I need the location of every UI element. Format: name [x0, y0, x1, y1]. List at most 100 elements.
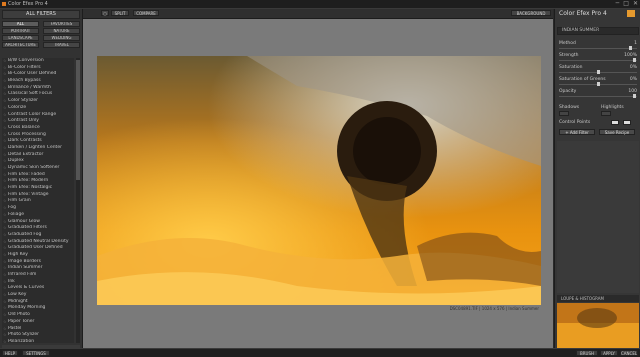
filter-list-item[interactable]: ☆ Monday Morning	[2, 305, 74, 312]
category-all-button[interactable]: ALL	[2, 21, 39, 27]
filter-list-item[interactable]: ☆ Indian Summer	[2, 265, 74, 272]
favorite-star-icon[interactable]: ☆	[3, 145, 7, 152]
filter-panel-header[interactable]: ALL FILTERS	[2, 10, 80, 19]
background-button[interactable]: BACKGROUND	[511, 10, 551, 16]
filter-list-item[interactable]: ☆ Bi-Color User Defined	[2, 71, 74, 78]
favorite-star-icon[interactable]: ☆	[3, 292, 7, 299]
filter-list-item[interactable]: ☆ Fog	[2, 205, 74, 212]
filter-list-item[interactable]: ☆ Paper Toner	[2, 319, 74, 326]
favorite-star-icon[interactable]: ☆	[3, 232, 7, 239]
apply-button[interactable]: APPLY	[600, 350, 618, 356]
filter-list-item[interactable]: ☆ Darken / Lighten Center	[2, 145, 74, 152]
favorite-star-icon[interactable]: ☆	[3, 172, 7, 179]
filter-list-scrollbar[interactable]	[76, 58, 80, 343]
filter-list-item[interactable]: ☆ Dynamic Skin Softener	[2, 165, 74, 172]
favorite-star-icon[interactable]: ☆	[3, 326, 7, 333]
filter-list-item[interactable]: ☆ Film Efex: Faded	[2, 172, 74, 179]
preview-image[interactable]	[97, 56, 541, 305]
filter-list-item[interactable]: ☆ Dark Contrasts	[2, 138, 74, 145]
filter-list-item[interactable]: ☆ Graduated User Defined	[2, 245, 74, 252]
remove-control-point-icon[interactable]	[623, 120, 631, 125]
filter-list-item[interactable]: ☆ Graduated Neutral Density	[2, 239, 74, 246]
filter-list-item[interactable]: ☆ Contrast Only	[2, 118, 74, 125]
filter-list-item[interactable]: ☆ Low Key	[2, 292, 74, 299]
category-wedding-button[interactable]: WEDDING	[43, 35, 80, 41]
single-view-button[interactable]: ◻	[101, 10, 109, 16]
favorite-star-icon[interactable]: ☆	[3, 152, 7, 159]
close-icon[interactable]: ✕	[633, 0, 638, 8]
filter-list-item[interactable]: ☆ Image Borders	[2, 259, 74, 266]
compare-view-button[interactable]: COMPARE	[133, 10, 159, 16]
filter-list-item[interactable]: ☆ B/W Conversion	[2, 58, 74, 65]
filter-list-item[interactable]: ☆ Contrast Color Range	[2, 112, 74, 119]
favorite-star-icon[interactable]: ☆	[3, 118, 7, 125]
minimize-icon[interactable]: ─	[616, 0, 620, 8]
slider-strength[interactable]: Strength 100%	[559, 53, 637, 63]
favorite-star-icon[interactable]: ☆	[3, 239, 7, 246]
filter-list-item[interactable]: ☆ Graduated Filters	[2, 225, 74, 232]
category-landscape-button[interactable]: LANDSCAPE	[2, 35, 39, 41]
favorite-star-icon[interactable]: ☆	[3, 212, 7, 219]
slider-opacity[interactable]: Opacity 100	[559, 89, 637, 99]
favorite-star-icon[interactable]: ☆	[3, 85, 7, 92]
favorite-star-icon[interactable]: ☆	[3, 259, 7, 266]
add-control-point-icon[interactable]	[611, 120, 619, 125]
category-travel-button[interactable]: TRAVEL	[43, 42, 80, 48]
filter-list-item[interactable]: ☆ Cross Processing	[2, 132, 74, 139]
filter-list-item[interactable]: ☆ Color Stylizer	[2, 98, 74, 105]
filter-list-item[interactable]: ☆ Graduated Fog	[2, 232, 74, 239]
favorite-star-icon[interactable]: ☆	[3, 219, 7, 226]
cancel-button[interactable]: CANCEL	[620, 350, 638, 356]
filter-list-item[interactable]: ☆ Ink	[2, 279, 74, 286]
filter-list-item[interactable]: ☆ Pastel	[2, 326, 74, 333]
favorite-star-icon[interactable]: ☆	[3, 265, 7, 272]
favorite-star-icon[interactable]: ☆	[3, 305, 7, 312]
filter-list-item[interactable]: ☆ Detail Extractor	[2, 152, 74, 159]
filter-list-item[interactable]: ☆ Bi-Color Filters	[2, 65, 74, 72]
category-favorites-button[interactable]: FAVORITES	[43, 21, 80, 27]
settings-button[interactable]: SETTINGS	[22, 350, 50, 356]
favorite-star-icon[interactable]: ☆	[3, 105, 7, 112]
favorite-star-icon[interactable]: ☆	[3, 279, 7, 286]
filter-list-item[interactable]: ☆ Film Efex: Nostalgic	[2, 185, 74, 192]
filter-list-item[interactable]: ☆ Brilliance / Warmth	[2, 85, 74, 92]
filter-list-item[interactable]: ☆ Glamour Glow	[2, 219, 74, 226]
favorite-star-icon[interactable]: ☆	[3, 245, 7, 252]
favorite-star-icon[interactable]: ☆	[3, 58, 7, 65]
filter-list-item[interactable]: ☆ Classical Soft Focus	[2, 91, 74, 98]
filter-list-item[interactable]: ☆ Foliage	[2, 212, 74, 219]
favorite-star-icon[interactable]: ☆	[3, 158, 7, 165]
favorite-star-icon[interactable]: ☆	[3, 198, 7, 205]
highlights-swatch[interactable]	[601, 111, 611, 116]
favorite-star-icon[interactable]: ☆	[3, 272, 7, 279]
filter-list-item[interactable]: ☆ Cross Balance	[2, 125, 74, 132]
shadows-swatch[interactable]	[559, 111, 569, 116]
favorite-star-icon[interactable]: ☆	[3, 112, 7, 119]
category-architecture-button[interactable]: ARCHITECTURE	[2, 42, 39, 48]
slider-saturation-greens[interactable]: Saturation of Greens 0%	[559, 77, 637, 87]
favorite-star-icon[interactable]: ☆	[3, 125, 7, 132]
filter-list-item[interactable]: ☆ Film Efex: Modern	[2, 178, 74, 185]
maximize-icon[interactable]: □	[623, 0, 629, 8]
favorite-star-icon[interactable]: ☆	[3, 185, 7, 192]
add-filter-button[interactable]: + Add Filter	[559, 129, 595, 135]
favorite-star-icon[interactable]: ☆	[3, 339, 7, 343]
favorite-star-icon[interactable]: ☆	[3, 319, 7, 326]
filter-list-item[interactable]: ☆ Film Grain	[2, 198, 74, 205]
favorite-star-icon[interactable]: ☆	[3, 132, 7, 139]
favorite-star-icon[interactable]: ☆	[3, 205, 7, 212]
help-button[interactable]: HELP	[2, 350, 18, 356]
brush-button[interactable]: BRUSH	[576, 350, 598, 356]
filter-list-item[interactable]: ☆ Photo Stylizer	[2, 332, 74, 339]
split-view-button[interactable]: SPLIT	[111, 10, 129, 16]
filter-list-item[interactable]: ☆ Bleach Bypass	[2, 78, 74, 85]
favorite-star-icon[interactable]: ☆	[3, 98, 7, 105]
favorite-star-icon[interactable]: ☆	[3, 252, 7, 259]
favorite-star-icon[interactable]: ☆	[3, 78, 7, 85]
category-portrait-button[interactable]: PORTRAIT	[2, 28, 39, 34]
slider-saturation[interactable]: Saturation 0%	[559, 65, 637, 75]
filter-section-header[interactable]: INDIAN SUMMER	[557, 27, 639, 35]
filter-list-item[interactable]: ☆ Colorize	[2, 105, 74, 112]
favorite-star-icon[interactable]: ☆	[3, 65, 7, 72]
favorite-star-icon[interactable]: ☆	[3, 285, 7, 292]
